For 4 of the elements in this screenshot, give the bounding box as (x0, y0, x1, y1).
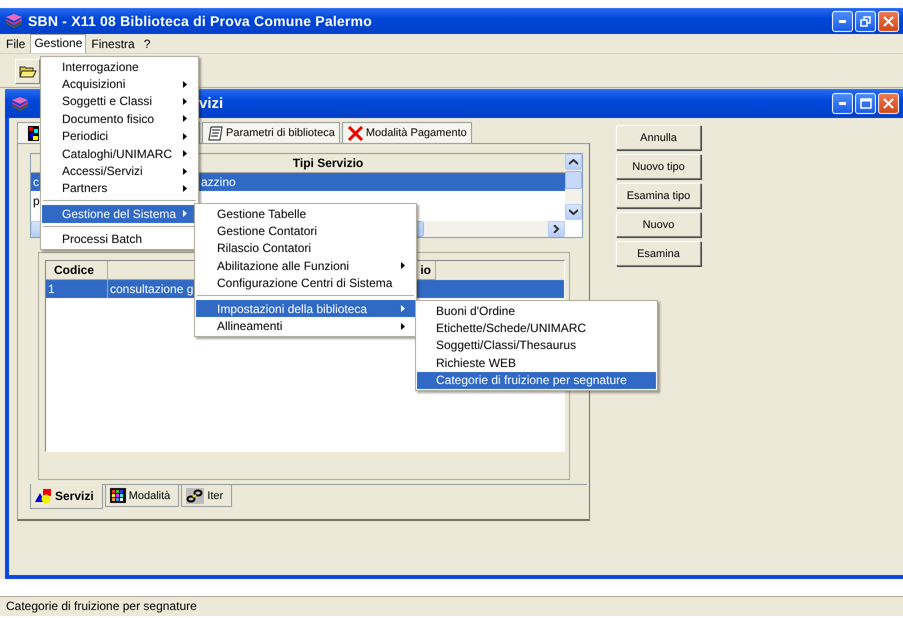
window-title: SBN - X11 08 Biblioteca di Prova Comune Palermo (28, 13, 372, 29)
column-header: Tipi Servizio (292, 156, 364, 170)
window-title: vizi (199, 95, 224, 112)
status-bar: Categorie di fruizione per segnature (0, 596, 903, 616)
